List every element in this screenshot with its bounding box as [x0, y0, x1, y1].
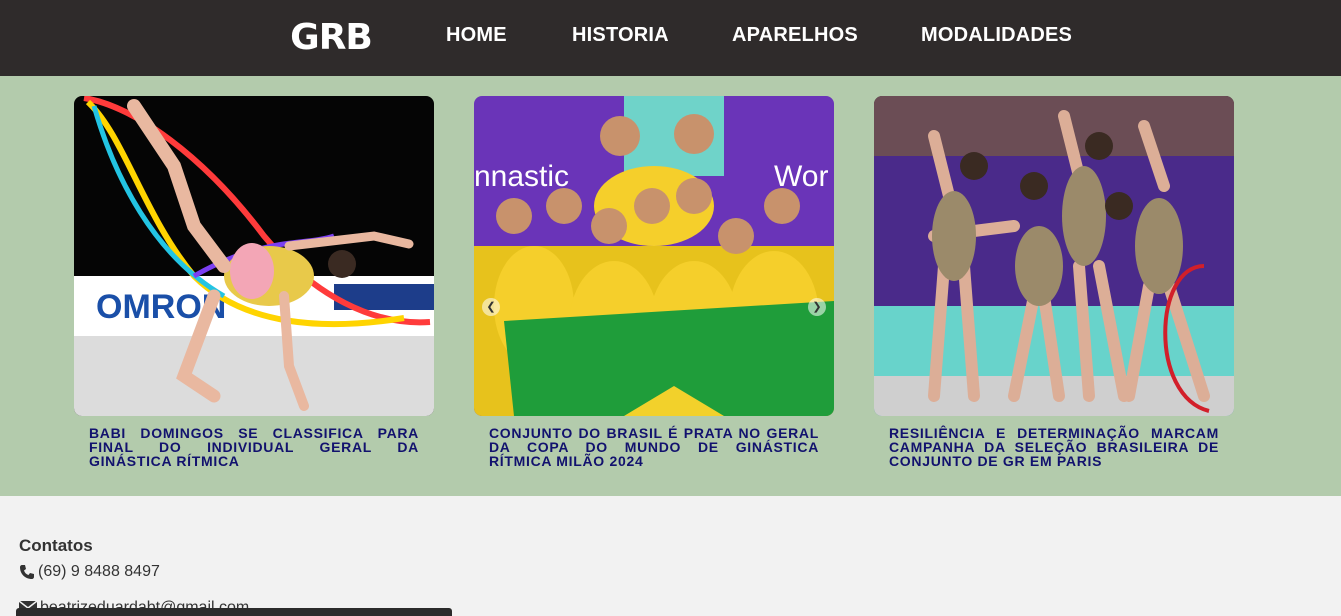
browser-status-bar: [16, 608, 452, 616]
news-card-3[interactable]: RESILIÊNCIA E DETERMINAÇÃO MARCAM CAMPAN…: [874, 96, 1234, 468]
news-title-3[interactable]: RESILIÊNCIA E DETERMINAÇÃO MARCAM CAMPAN…: [889, 426, 1219, 468]
news-image-1[interactable]: OMRON: [74, 96, 434, 416]
phone-icon: [20, 565, 34, 579]
nav-home[interactable]: HOME: [446, 24, 507, 47]
nav-modalidades[interactable]: MODALIDADES: [921, 24, 1072, 47]
news-card-2[interactable]: nnastic Wor ❮ ❯ CONJUNTO DO BRASIL É PRA…: [474, 96, 834, 468]
news-title-1[interactable]: BABI DOMINGOS SE CLASSIFICA PARA FINAL D…: [89, 426, 419, 468]
phone-number[interactable]: (69) 9 8488 8497: [38, 563, 160, 581]
news-title-2[interactable]: CONJUNTO DO BRASIL É PRATA NO GERAL DA C…: [489, 426, 819, 468]
contacts-title: Contatos: [19, 536, 93, 555]
logo-text: GRB: [290, 20, 372, 52]
grb-logo[interactable]: GRB: [273, 17, 389, 58]
carousel-next-button[interactable]: ❯: [808, 298, 826, 316]
footer-contacts: Contatos (69) 9 8488 8497 beatrizeduarda…: [0, 496, 1341, 616]
news-image-3[interactable]: [874, 96, 1234, 416]
gymnastics-banner-text: nnastic: [474, 160, 569, 193]
top-navbar: GRB HOME HISTORIA APARELHOS MODALIDADES: [0, 0, 1341, 76]
news-card-1[interactable]: OMRON BABI DOMINGOS SE CLASSIFICA PARA F…: [74, 96, 434, 468]
news-section: OMRON BABI DOMINGOS SE CLASSIFICA PARA F…: [0, 76, 1341, 496]
nav-historia[interactable]: HISTORIA: [572, 24, 669, 47]
news-image-2[interactable]: nnastic Wor ❮ ❯: [474, 96, 834, 416]
nav-aparelhos[interactable]: APARELHOS: [732, 24, 858, 47]
carousel-prev-button[interactable]: ❮: [482, 298, 500, 316]
phone-line: (69) 9 8488 8497: [19, 563, 160, 581]
